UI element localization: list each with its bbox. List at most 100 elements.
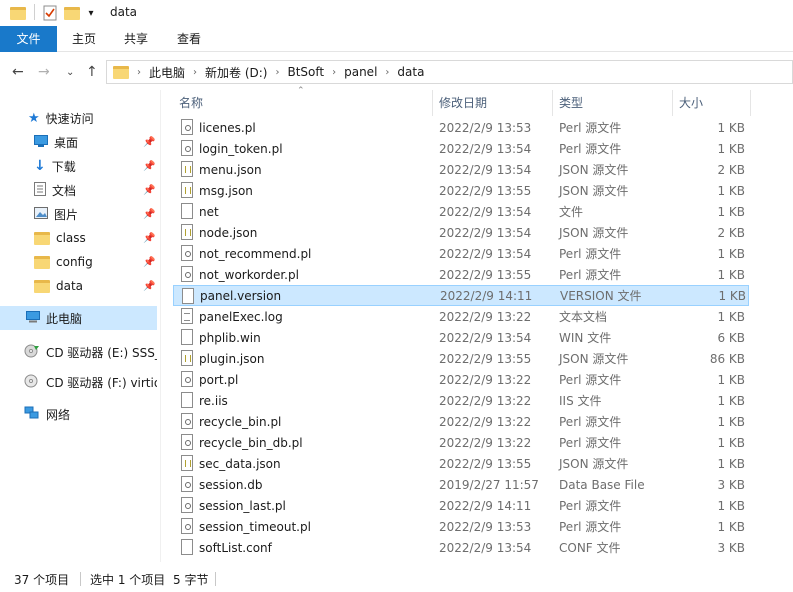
file-row[interactable]: recycle_bin.pl 2022/2/9 13:22 Perl 源文件 1 KB xyxy=(173,411,749,432)
crumb-this-pc[interactable]: 此电脑 xyxy=(149,64,185,81)
sidebar-item-label: data xyxy=(56,279,84,293)
sidebar-item-downloads[interactable]: ↓ 下载 📌 xyxy=(0,154,157,178)
sidebar-item-documents[interactable]: 文档 📌 xyxy=(0,178,157,202)
file-row[interactable]: net 2022/2/9 13:54 文件 1 KB xyxy=(173,201,749,222)
new-folder-icon[interactable] xyxy=(64,4,80,22)
divider xyxy=(80,572,81,586)
file-type: Perl 源文件 xyxy=(559,373,622,387)
file-size: 3 KB xyxy=(717,477,745,492)
column-header-type[interactable]: 类型 xyxy=(553,90,673,116)
customize-toolbar-icon[interactable]: ▾ xyxy=(84,4,98,22)
file-name: re.iis xyxy=(199,393,228,408)
column-header-row: ⌃ 名称 修改日期 类型 大小 xyxy=(161,86,793,116)
file-row[interactable]: session.db 2019/2/27 11:57 Data Base File 3… xyxy=(173,474,749,495)
text-file-icon xyxy=(181,308,193,324)
script-file-icon xyxy=(181,434,193,450)
crumb-btsoft[interactable]: BtSoft xyxy=(287,65,324,79)
file-size: 2 KB xyxy=(717,225,745,240)
file-name: port.pl xyxy=(199,372,239,387)
forward-arrow-icon[interactable]: → xyxy=(38,64,50,80)
file-type: WIN 文件 xyxy=(559,331,612,345)
script-file-icon xyxy=(181,140,193,156)
file-row[interactable]: node.json 2022/2/9 13:54 JSON 源文件 2 KB xyxy=(173,222,749,243)
download-arrow-icon: ↓ xyxy=(34,158,46,174)
file-type: Perl 源文件 xyxy=(559,436,622,450)
up-arrow-icon[interactable]: ↑ xyxy=(86,64,98,80)
recent-locations-chevron-icon[interactable]: ⌄ xyxy=(66,67,74,78)
file-row[interactable]: re.iis 2022/2/9 13:22 IIS 文件 1 KB xyxy=(173,390,749,411)
crumb-panel[interactable]: panel xyxy=(344,65,377,79)
file-row[interactable]: recycle_bin_db.pl 2022/2/9 13:22 Perl 源文件 1… xyxy=(173,432,749,453)
sidebar-item-cd-drive-f[interactable]: CD 驱动器 (F:) virtio xyxy=(0,370,157,394)
file-name: login_token.pl xyxy=(199,141,283,156)
json-file-icon xyxy=(181,161,193,177)
json-file-icon xyxy=(181,182,193,198)
script-file-icon xyxy=(181,413,193,429)
sidebar-item-cd-drive-e[interactable]: CD 驱动器 (E:) SSS_X xyxy=(0,340,157,364)
sidebar-item-label: config xyxy=(56,255,93,269)
file-size: 1 KB xyxy=(717,456,745,471)
pin-icon[interactable]: 📌 xyxy=(143,161,155,172)
address-box[interactable]: › 此电脑 › 新加卷 (D:) › BtSoft › panel › data xyxy=(106,60,793,84)
file-size: 1 KB xyxy=(717,204,745,219)
file-modified-date: 2022/2/9 13:54 xyxy=(439,204,532,219)
file-row[interactable]: session_timeout.pl 2022/2/9 13:53 Perl 源文件… xyxy=(173,516,749,537)
tab-home[interactable]: 主页 xyxy=(62,26,106,52)
file-row[interactable]: menu.json 2022/2/9 13:54 JSON 源文件 2 KB xyxy=(173,159,749,180)
sidebar-item-network[interactable]: 网络 xyxy=(0,402,157,426)
file-modified-date: 2022/2/9 13:53 xyxy=(439,120,532,135)
sidebar-item-desktop[interactable]: 桌面 📌 xyxy=(0,130,157,154)
properties-icon[interactable] xyxy=(42,4,58,22)
crumb-data[interactable]: data xyxy=(397,65,424,79)
sidebar-item-data[interactable]: data 📌 xyxy=(0,274,157,298)
file-row[interactable]: plugin.json 2022/2/9 13:55 JSON 源文件 86 KB xyxy=(173,348,749,369)
script-file-icon xyxy=(181,371,193,387)
file-row[interactable]: panel.version 2022/2/9 14:11 VERSION 文件 1 K… xyxy=(173,285,749,306)
file-row[interactable]: licenes.pl 2022/2/9 13:53 Perl 源文件 1 KB xyxy=(173,117,749,138)
sidebar-item-class[interactable]: class 📌 xyxy=(0,226,157,250)
file-name: recycle_bin.pl xyxy=(199,414,282,429)
file-size: 1 KB xyxy=(718,288,746,303)
script-file-icon xyxy=(181,266,193,282)
file-name: licenes.pl xyxy=(199,120,256,135)
tab-share[interactable]: 共享 xyxy=(114,26,158,52)
sidebar-item-config[interactable]: config 📌 xyxy=(0,250,157,274)
column-header-date[interactable]: 修改日期 xyxy=(433,90,553,116)
file-row[interactable]: msg.json 2022/2/9 13:55 JSON 源文件 1 KB xyxy=(173,180,749,201)
pin-icon[interactable]: 📌 xyxy=(143,137,155,148)
back-arrow-icon[interactable]: ← xyxy=(12,64,24,80)
pin-icon[interactable]: 📌 xyxy=(143,233,155,244)
file-row[interactable]: not_workorder.pl 2022/2/9 13:55 Perl 源文件 1 … xyxy=(173,264,749,285)
file-row[interactable]: session_last.pl 2022/2/9 14:11 Perl 源文件 1 K… xyxy=(173,495,749,516)
tab-view[interactable]: 查看 xyxy=(167,26,211,52)
file-modified-date: 2022/2/9 13:54 xyxy=(439,141,532,156)
picture-icon xyxy=(34,206,48,222)
file-modified-date: 2022/2/9 13:54 xyxy=(439,246,532,261)
chevron-right-icon: › xyxy=(332,66,337,78)
file-type: JSON 源文件 xyxy=(559,352,629,366)
file-row[interactable]: not_recommend.pl 2022/2/9 13:54 Perl 源文件 1 … xyxy=(173,243,749,264)
pin-icon[interactable]: 📌 xyxy=(143,281,155,292)
column-header-size[interactable]: 大小 xyxy=(673,90,751,116)
file-type: Perl 源文件 xyxy=(559,121,622,135)
file-row[interactable]: port.pl 2022/2/9 13:22 Perl 源文件 1 KB xyxy=(173,369,749,390)
title-bar: ▾ data xyxy=(0,0,793,26)
file-modified-date: 2022/2/9 13:22 xyxy=(439,309,532,324)
file-modified-date: 2022/2/9 13:55 xyxy=(439,183,532,198)
pin-icon[interactable]: 📌 xyxy=(143,257,155,268)
column-header-name[interactable]: 名称 xyxy=(173,90,433,116)
pin-icon[interactable]: 📌 xyxy=(143,185,155,196)
tab-file[interactable]: 文件 xyxy=(0,26,57,52)
file-name: sec_data.json xyxy=(199,456,281,471)
file-row[interactable]: softList.conf 2022/2/9 13:54 CONF 文件 3 KB xyxy=(173,537,749,558)
file-row[interactable]: phplib.win 2022/2/9 13:54 WIN 文件 6 KB xyxy=(173,327,749,348)
pin-icon[interactable]: 📌 xyxy=(143,209,155,220)
file-row[interactable]: panelExec.log 2022/2/9 13:22 文本文档 1 KB xyxy=(173,306,749,327)
file-row[interactable]: sec_data.json 2022/2/9 13:55 JSON 源文件 1 KB xyxy=(173,453,749,474)
file-row[interactable]: login_token.pl 2022/2/9 13:54 Perl 源文件 1 KB xyxy=(173,138,749,159)
sidebar-item-pictures[interactable]: 图片 📌 xyxy=(0,202,157,226)
file-icon xyxy=(181,203,193,219)
crumb-drive-d[interactable]: 新加卷 (D:) xyxy=(205,64,267,81)
sidebar-item-this-pc[interactable]: 此电脑 xyxy=(0,306,157,330)
sidebar-item-quick-access[interactable]: ★ 快速访问 xyxy=(0,106,157,130)
